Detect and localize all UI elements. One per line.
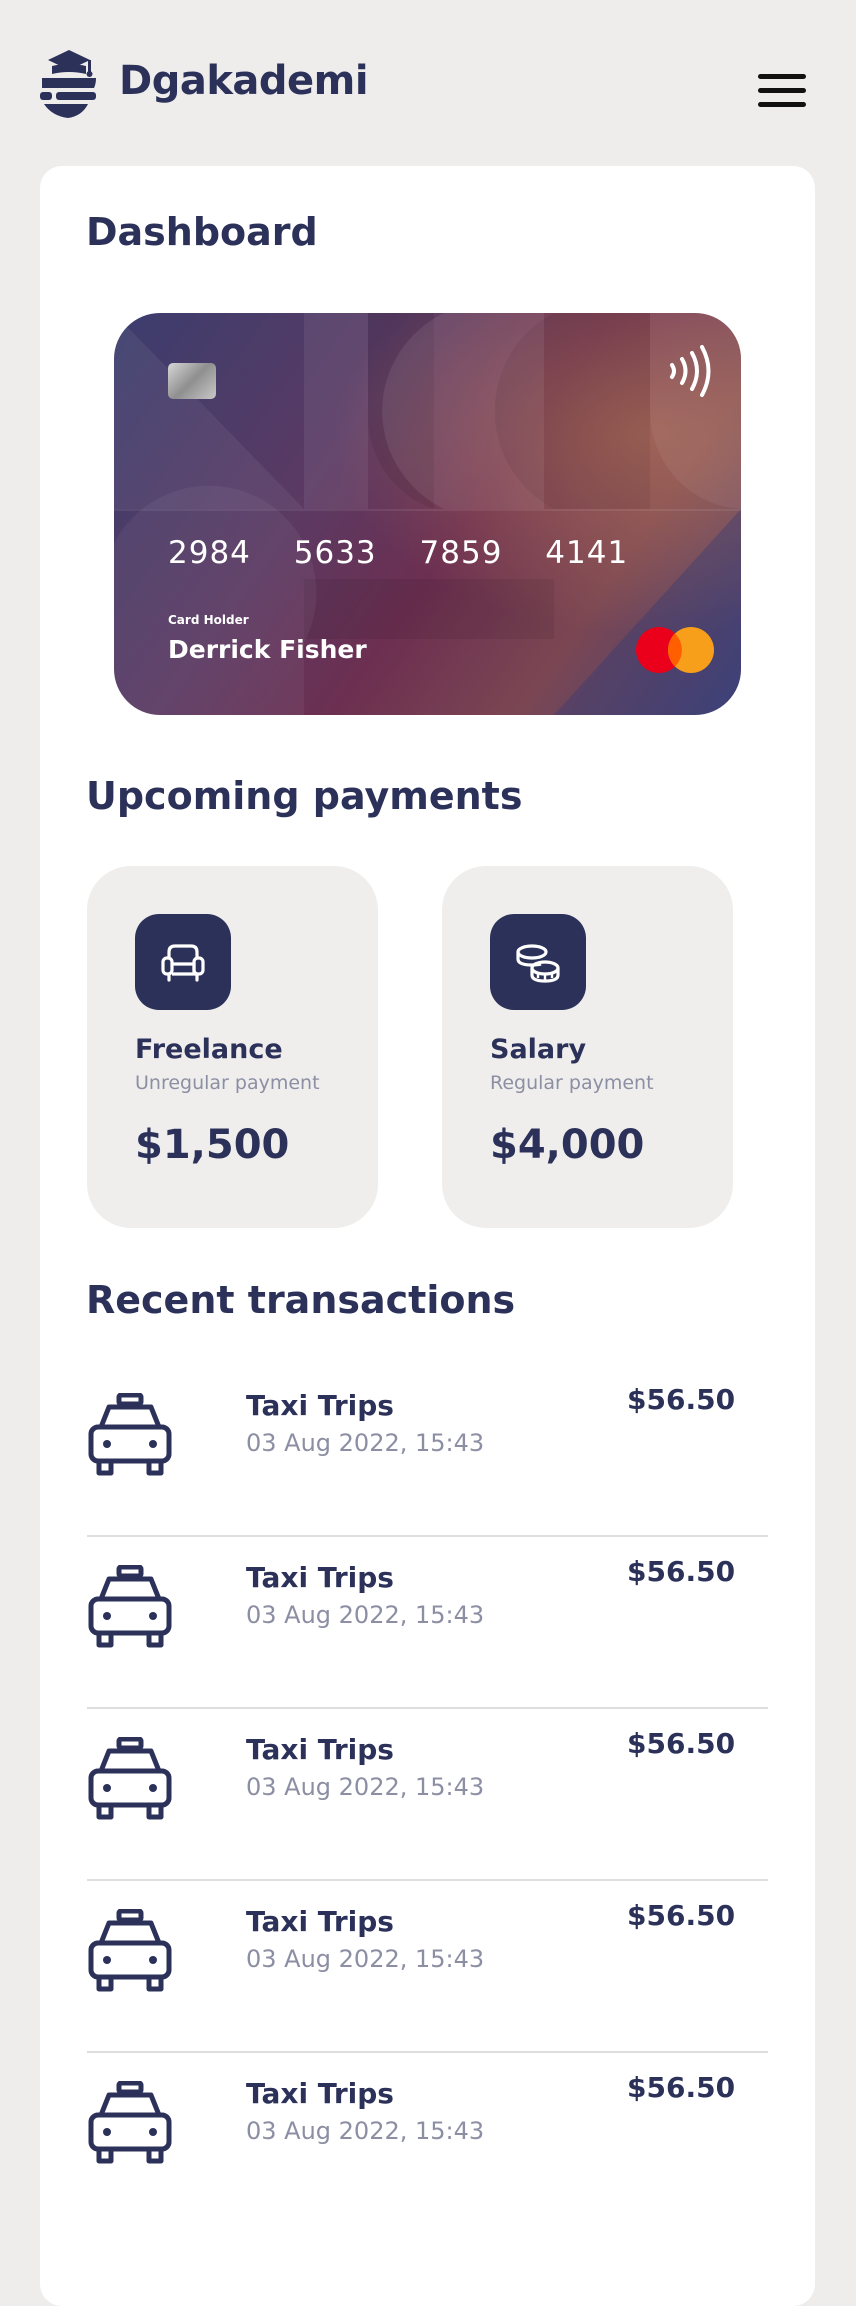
taxi-icon (88, 1393, 172, 1476)
recent-transactions-title: Recent transactions (86, 1278, 516, 1322)
payment-card-salary[interactable]: Salary Regular payment $4,000 (442, 866, 733, 1228)
card-number: 2984 5633 7859 4141 (168, 535, 650, 571)
payment-name: Freelance (135, 1034, 283, 1065)
transaction-row[interactable]: Taxi Trips 03 Aug 2022, 15:43 $56.50 (87, 1365, 768, 1537)
transaction-row[interactable]: Taxi Trips 03 Aug 2022, 15:43 $56.50 (87, 2053, 768, 2225)
card-holder-label: Card Holder (168, 613, 249, 627)
transaction-row[interactable]: Taxi Trips 03 Aug 2022, 15:43 $56.50 (87, 1881, 768, 2053)
transaction-name: Taxi Trips (246, 1905, 394, 1938)
payment-name: Salary (490, 1034, 587, 1065)
app-header: Dgakademi (0, 0, 856, 166)
transaction-date: 03 Aug 2022, 15:43 (246, 1773, 485, 1801)
card-number-group: 7859 (419, 535, 503, 571)
transaction-row[interactable]: Taxi Trips 03 Aug 2022, 15:43 $56.50 (87, 1537, 768, 1709)
brand-name: Dgakademi (119, 58, 369, 104)
transaction-row[interactable]: Taxi Trips 03 Aug 2022, 15:43 $56.50 (87, 1709, 768, 1881)
taxi-icon (88, 1565, 172, 1648)
transaction-name: Taxi Trips (246, 2077, 394, 2110)
payment-subtitle: Regular payment (490, 1072, 654, 1094)
transaction-amount: $56.50 (627, 1727, 736, 1760)
card-number-group: 2984 (168, 535, 251, 571)
taxi-icon (88, 2081, 172, 2164)
taxi-icon (88, 1909, 172, 1992)
card-number-group: 5633 (293, 535, 377, 571)
payment-card-freelance[interactable]: Freelance Unregular payment $1,500 (87, 866, 378, 1228)
transaction-date: 03 Aug 2022, 15:43 (246, 2117, 485, 2145)
contactless-icon (670, 345, 711, 397)
card-chip (168, 363, 216, 399)
payment-icon-tile (135, 914, 231, 1010)
upcoming-payments-title: Upcoming payments (86, 774, 523, 818)
payment-subtitle: Unregular payment (135, 1072, 320, 1094)
armchair-icon (161, 944, 205, 982)
credit-card[interactable]: 2984 5633 7859 4141 Card Holder Derrick … (114, 313, 741, 715)
transaction-name: Taxi Trips (246, 1561, 394, 1594)
transaction-amount: $56.50 (627, 1555, 736, 1588)
coins-icon (516, 944, 560, 983)
taxi-icon (88, 1737, 172, 1820)
payment-amount: $4,000 (490, 1122, 645, 1168)
transaction-date: 03 Aug 2022, 15:43 (246, 1429, 485, 1457)
transaction-date: 03 Aug 2022, 15:43 (246, 1945, 485, 1973)
payment-amount: $1,500 (135, 1122, 290, 1168)
transaction-date: 03 Aug 2022, 15:43 (246, 1601, 485, 1629)
dashboard-title: Dashboard (86, 210, 318, 254)
transaction-name: Taxi Trips (246, 1389, 394, 1422)
card-holder-name: Derrick Fisher (168, 635, 367, 664)
mastercard-logo-icon (636, 627, 714, 673)
payment-icon-tile (490, 914, 586, 1010)
graduation-cap-logo-icon[interactable] (38, 48, 100, 120)
transaction-amount: $56.50 (627, 1383, 736, 1416)
hamburger-menu-icon[interactable] (758, 74, 806, 114)
transaction-amount: $56.50 (627, 2071, 736, 2104)
transaction-name: Taxi Trips (246, 1733, 394, 1766)
card-number-group: 4141 (545, 535, 629, 571)
transaction-amount: $56.50 (627, 1899, 736, 1932)
